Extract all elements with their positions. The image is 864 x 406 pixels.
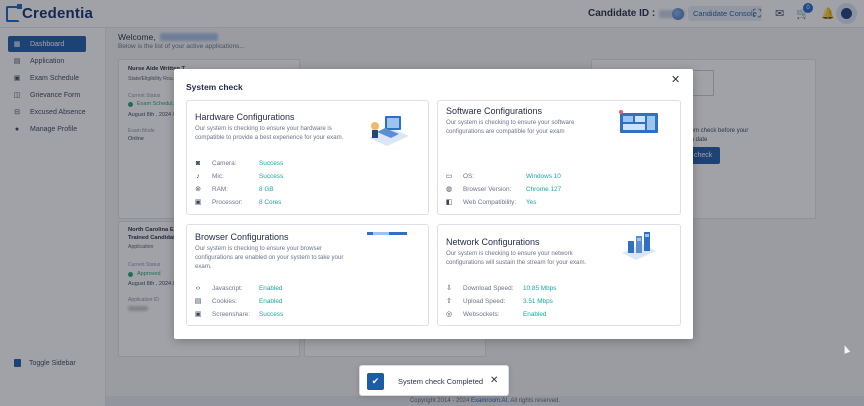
web-icon: ◧ (445, 199, 453, 206)
processor-icon: ▣ (194, 199, 202, 206)
config-row-processor: ▣ Processor: 8 Cores (194, 198, 282, 207)
config-row-upload-speed: ⇧ Upload Speed: 3.51 Mbps (446, 297, 553, 306)
config-row-os: ▭ OS: Windows 10 (445, 172, 561, 181)
panel-title: Hardware Configurations (195, 112, 295, 122)
status-value: Success (259, 172, 284, 180)
system-check-modal: System check ✕ Hardware Configurations O… (174, 69, 693, 339)
status-value: Enabled (259, 297, 283, 305)
close-icon[interactable]: ✕ (671, 73, 680, 87)
browser-config-panel: Browser Configurations Our system is che… (186, 224, 429, 326)
config-row-websockets: ◎ Websockets: Enabled (445, 310, 547, 319)
status-value: 3.51 Mbps (523, 297, 553, 305)
network-illustration-icon (622, 232, 656, 260)
globe-icon: ◍ (445, 186, 453, 193)
config-row-camera: ◙ Camera: Success (195, 159, 284, 167)
panel-description: Our system is checking to ensure your br… (195, 245, 344, 270)
download-icon: ⇩ (446, 285, 452, 292)
mic-icon: ♪ (196, 172, 200, 180)
panel-description: Our system is checking to ensure your so… (446, 119, 575, 135)
status-value: Enabled (523, 310, 547, 318)
toast-message: System check Completed (398, 377, 484, 386)
upload-icon: ⇧ (446, 298, 452, 305)
hardware-illustration-icon (369, 116, 409, 146)
status-value: Success (259, 159, 284, 167)
config-row-browser-version: ◍ Browser Version: Chrome 127 (445, 185, 562, 194)
modal-title: System check (186, 82, 243, 92)
check-icon: ✔ (367, 373, 384, 390)
ram-icon: ⊚ (195, 186, 201, 193)
config-row-ram: ⊚ RAM: 8 GB (195, 185, 274, 194)
panel-description: Our system is checking to ensure your ne… (446, 250, 587, 266)
network-config-panel: Network Configurations Our system is che… (437, 224, 681, 326)
panel-description: Our system is checking to ensure your ha… (195, 125, 344, 141)
camera-icon: ◙ (195, 159, 201, 167)
config-row-screenshare: ▣ Screenshare: Success (194, 310, 284, 319)
config-row-cookies: ▤ Cookies: Enabled (194, 297, 283, 306)
websocket-icon: ◎ (445, 311, 453, 318)
panel-title: Software Configurations (446, 106, 543, 116)
screenshare-icon: ▣ (194, 311, 202, 318)
software-config-panel: Software Configurations Our system is ch… (437, 100, 681, 215)
hardware-config-panel: Hardware Configurations Our system is ch… (186, 100, 429, 215)
cookie-icon: ▤ (194, 298, 202, 305)
monitor-icon: ▭ (445, 173, 453, 180)
config-row-web-compatibility: ◧ Web Compatibility: Yes (445, 198, 537, 207)
software-illustration-icon (619, 110, 658, 133)
panel-title: Network Configurations (446, 237, 540, 247)
status-value: Yes (526, 198, 537, 206)
status-value: Chrome 127 (526, 185, 562, 193)
browser-illustration-icon (367, 232, 407, 235)
status-value: Windows 10 (526, 172, 561, 180)
status-value: 8 Cores (259, 198, 282, 206)
status-value: 8 GB (259, 185, 274, 193)
status-value: 10.85 Mbps (523, 284, 557, 292)
config-row-mic: ♪ Mic: Success (194, 171, 283, 181)
panel-title: Browser Configurations (195, 232, 289, 242)
status-value: Success (259, 310, 284, 318)
code-icon: ‹› (195, 284, 201, 292)
status-value: Enabled (259, 284, 283, 292)
config-row-download-speed: ⇩ Download Speed: 10.85 Mbps (446, 284, 557, 293)
close-icon[interactable]: ✕ (490, 375, 498, 387)
config-row-javascript: ‹› Javascript: Enabled (195, 284, 283, 292)
success-toast: ✔ System check Completed ✕ (359, 365, 509, 396)
